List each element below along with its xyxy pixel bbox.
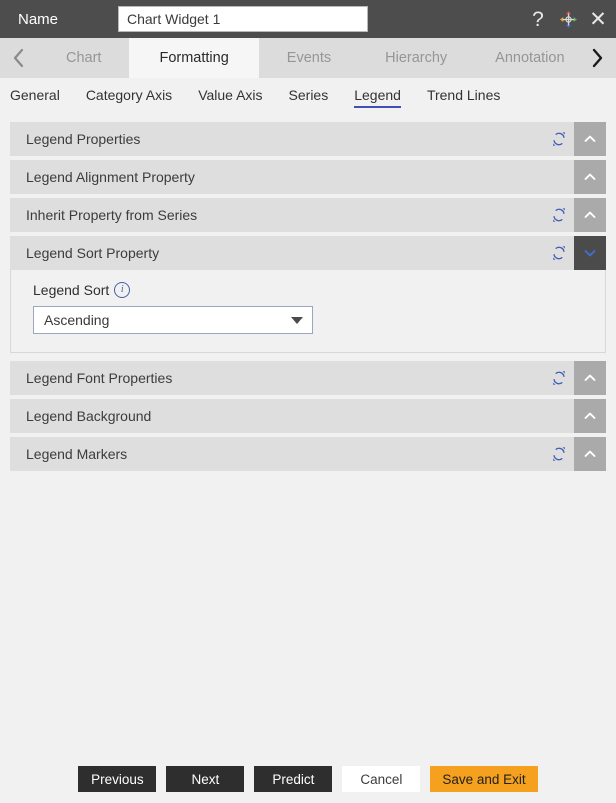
legend-sort-field-label: Legend Sort i [33,282,605,298]
accordion-header-legend-background[interactable]: Legend Background [10,399,606,433]
tab-formatting[interactable]: Formatting [129,38,259,78]
accordion-toggle-chevron-down[interactable] [574,236,606,270]
tab-annotation[interactable]: Annotation [473,38,578,78]
legend-settings-panel: Legend Properties Legend Alignment Prope… [0,114,616,471]
subtab-series[interactable]: Series [289,87,329,106]
accordion-item-legend-markers: Legend Markers [10,437,606,471]
close-icon[interactable]: ✕ [588,8,608,30]
formatting-subtabs: General Category Axis Value Axis Series … [0,78,616,114]
accordion-header-legend-font-properties[interactable]: Legend Font Properties [10,361,606,395]
accordion-title: Legend Sort Property [26,245,160,261]
accordion-toggle-chevron-up[interactable] [574,122,606,156]
refresh-icon[interactable] [544,245,574,261]
legend-sort-select[interactable]: Ascending [33,306,313,334]
chevron-down-icon[interactable] [282,316,312,324]
next-button[interactable]: Next [166,766,245,792]
tabs-scroll-right-arrow[interactable] [578,38,616,78]
legend-sort-property-body: Legend Sort i Ascending [10,270,606,353]
window-titlebar: Name ? ✕ [0,0,616,38]
subtab-value-axis[interactable]: Value Axis [198,87,262,106]
previous-button[interactable]: Previous [78,766,157,792]
widget-name-input[interactable] [118,6,368,32]
main-tabstrip: Chart Formatting Events Hierarchy Annota… [0,38,616,78]
tab-chart[interactable]: Chart [38,38,130,78]
accordion-header-legend-sort-property[interactable]: Legend Sort Property [10,236,606,270]
accordion-title: Legend Alignment Property [26,169,195,185]
help-icon[interactable]: ? [528,8,548,30]
predict-button[interactable]: Predict [254,766,333,792]
accordion-header-inherit-property-from-series[interactable]: Inherit Property from Series [10,198,606,232]
accordion-toggle-chevron-up[interactable] [574,198,606,232]
accordion-title: Legend Font Properties [26,370,173,386]
window-controls: ? ✕ [528,0,608,38]
accordion-header-legend-alignment-property[interactable]: Legend Alignment Property [10,160,606,194]
subtab-legend[interactable]: Legend [354,87,401,108]
accordion-title: Legend Background [26,408,152,424]
accordion-toggle-chevron-up[interactable] [574,361,606,395]
accordion-item-legend-sort-property: Legend Sort Property Legend Sort i Ascen… [10,236,606,353]
accordion-item-legend-background: Legend Background [10,399,606,433]
tabs-scroll-left-arrow[interactable] [0,38,38,78]
save-and-exit-button[interactable]: Save and Exit [430,766,538,792]
accordion-toggle-chevron-up[interactable] [574,437,606,471]
dialog-footer: Previous Next Predict Cancel Save and Ex… [0,755,616,803]
tab-events[interactable]: Events [258,38,360,78]
accordion-title: Inherit Property from Series [26,207,198,223]
accordion-item-legend-properties: Legend Properties [10,122,606,156]
legend-sort-label-text: Legend Sort [33,282,110,298]
legend-sort-selected-value: Ascending [44,312,110,328]
refresh-icon[interactable] [544,446,574,462]
accordion-item-legend-alignment-property: Legend Alignment Property [10,160,606,194]
refresh-icon[interactable] [544,370,574,386]
accordion-title: Legend Properties [26,131,141,147]
subtab-category-axis[interactable]: Category Axis [86,87,172,106]
accordion-header-legend-markers[interactable]: Legend Markers [10,437,606,471]
accordion-item-legend-font-properties: Legend Font Properties [10,361,606,395]
tab-hierarchy[interactable]: Hierarchy [359,38,474,78]
subtab-trend-lines[interactable]: Trend Lines [427,87,500,106]
accordion-toggle-chevron-up[interactable] [574,160,606,194]
accordion-toggle-chevron-up[interactable] [574,399,606,433]
refresh-icon[interactable] [544,207,574,223]
accordion-item-inherit-property-from-series: Inherit Property from Series [10,198,606,232]
refresh-icon[interactable] [544,131,574,147]
cancel-button[interactable]: Cancel [342,766,421,792]
name-label: Name [18,10,59,28]
tabs-container: Chart Formatting Events Hierarchy Annota… [38,38,578,78]
accordion-header-legend-properties[interactable]: Legend Properties [10,122,606,156]
subtab-general[interactable]: General [10,87,60,106]
info-icon[interactable]: i [114,282,131,298]
move-icon[interactable] [558,8,578,30]
accordion-title: Legend Markers [26,446,128,462]
